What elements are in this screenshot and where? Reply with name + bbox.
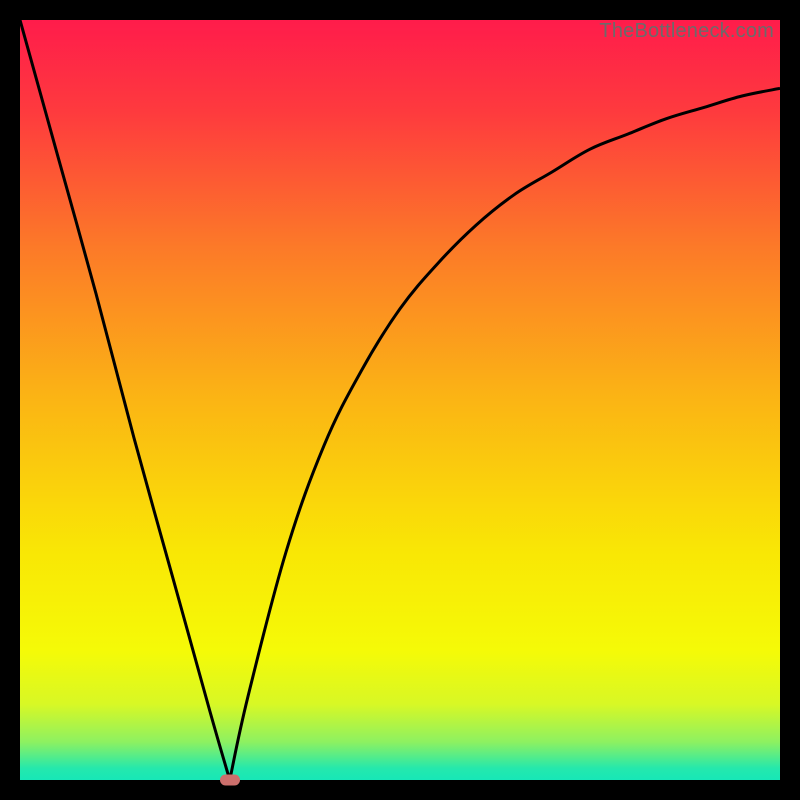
optimal-point-marker xyxy=(220,775,240,786)
plot-frame: TheBottleneck.com xyxy=(20,20,780,780)
bottleneck-curve xyxy=(20,20,780,780)
